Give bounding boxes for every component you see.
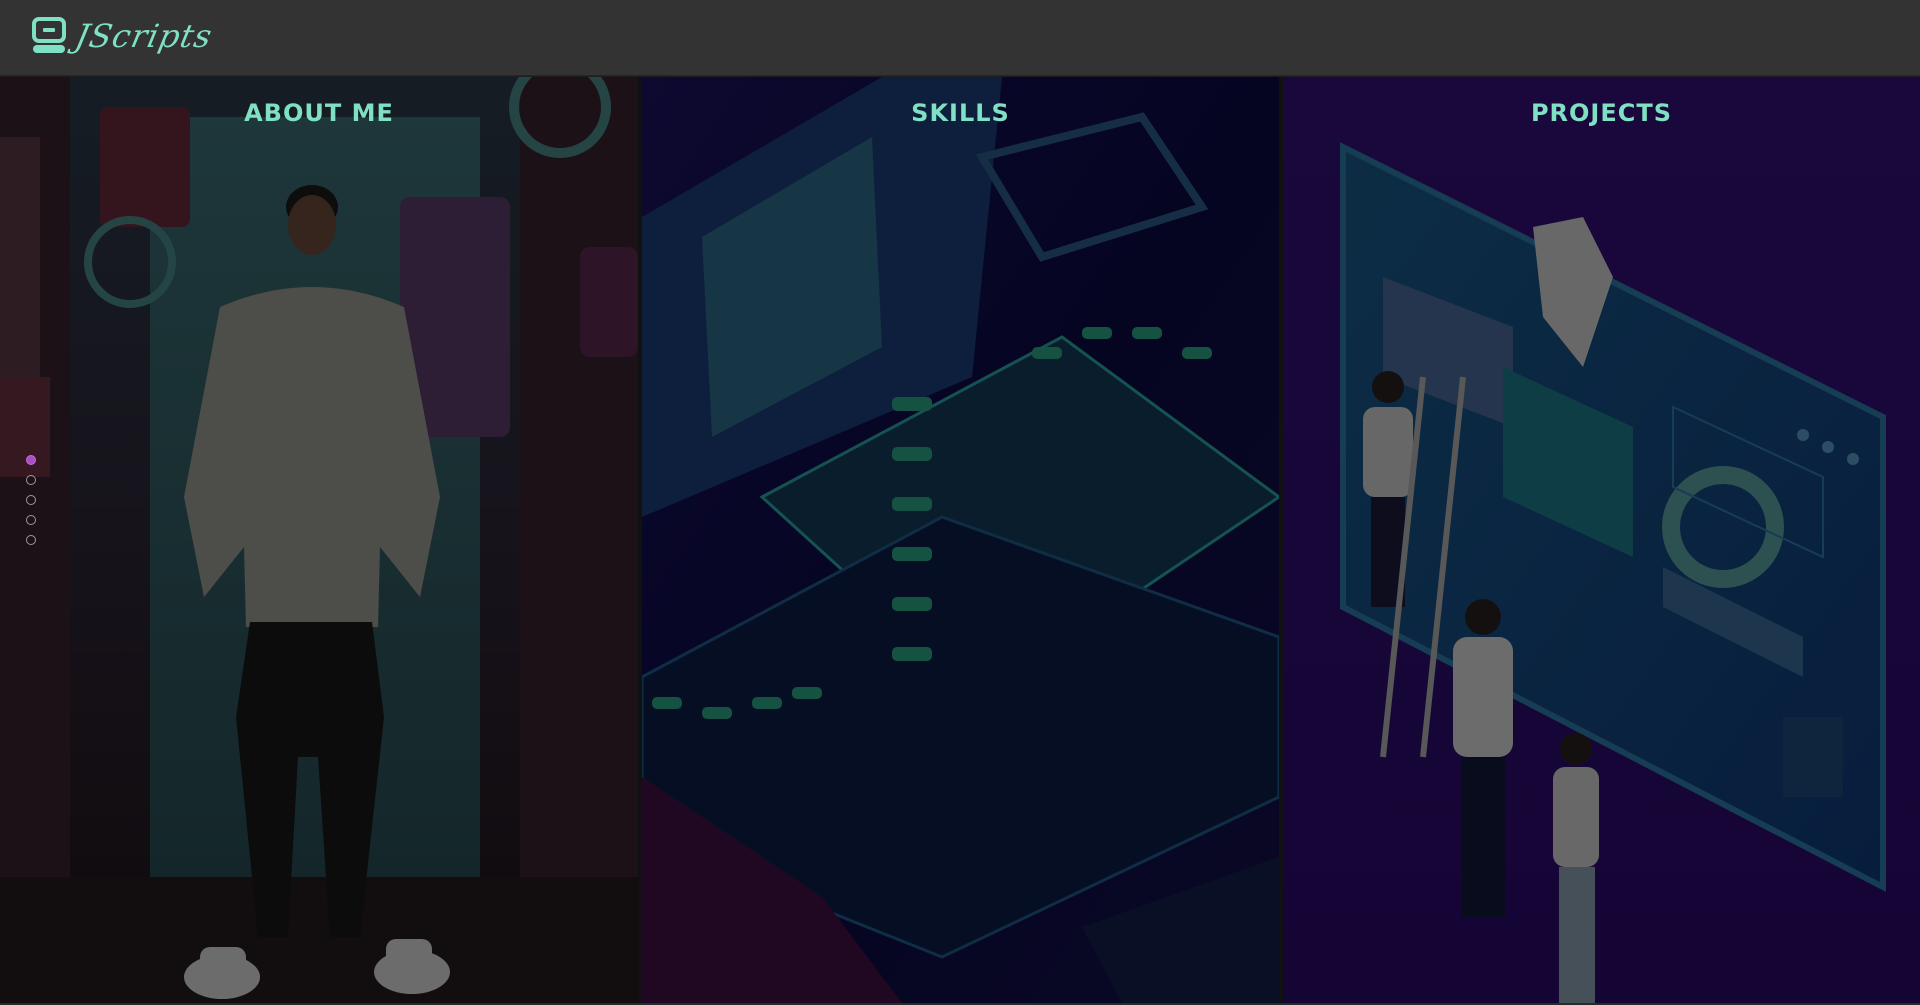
panel-overlay xyxy=(642,77,1279,1003)
pagination-dot-2[interactable] xyxy=(26,475,36,485)
site-logo[interactable]: JScripts xyxy=(32,14,216,58)
logo-text: JScripts xyxy=(71,17,217,55)
pagination-dot-5[interactable] xyxy=(26,535,36,545)
top-navbar: JScripts xyxy=(0,0,1920,76)
panel-projects[interactable]: PROJECTS xyxy=(1283,77,1920,1003)
slide-pagination xyxy=(26,455,36,545)
pagination-dot-4[interactable] xyxy=(26,515,36,525)
section-panels: ABOUT ME SKILLS PROJECTS xyxy=(0,77,1920,1003)
computer-icon xyxy=(32,17,66,53)
pagination-dot-1[interactable] xyxy=(26,455,36,465)
panel-overlay xyxy=(1283,77,1920,1003)
panel-title-skills: SKILLS xyxy=(911,99,1010,127)
panel-skills[interactable]: SKILLS xyxy=(642,77,1279,1003)
panel-title-projects: PROJECTS xyxy=(1530,99,1673,127)
panel-title-about-me: ABOUT ME xyxy=(244,99,394,127)
panel-about-me[interactable]: ABOUT ME xyxy=(0,77,638,1003)
panel-overlay xyxy=(0,77,638,1003)
pagination-dot-3[interactable] xyxy=(26,495,36,505)
